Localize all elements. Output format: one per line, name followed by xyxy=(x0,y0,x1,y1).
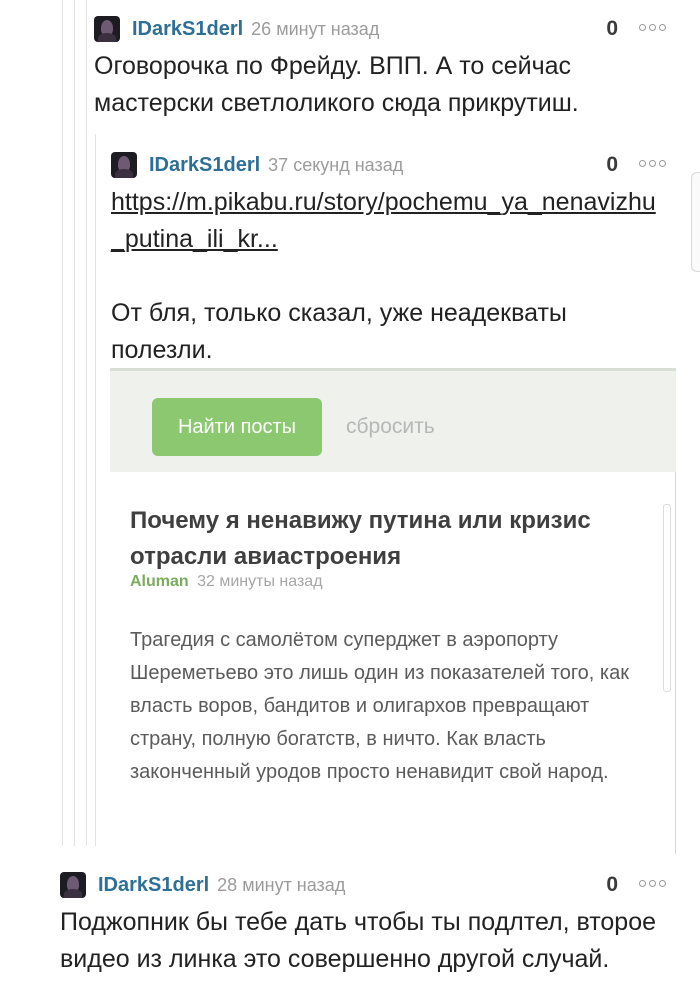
thread-line xyxy=(74,0,75,846)
comment-rating: 0 xyxy=(606,153,618,176)
comment-text: От бля, только сказал, уже неадекваты по… xyxy=(111,299,567,364)
comment-time: 26 минут назад xyxy=(251,18,380,39)
comment-header: IDarkS1derl 28 минут назад 0 xyxy=(60,870,666,900)
story-link[interactable]: https://m.pikabu.ru/story/pochemu_ya_nen… xyxy=(111,188,656,253)
comment: IDarkS1derl 28 минут назад 0 Поджопник б… xyxy=(60,870,666,978)
find-posts-button[interactable]: Найти посты xyxy=(152,398,322,456)
avatar[interactable] xyxy=(111,152,137,178)
search-bar-area: Найти посты сбросить xyxy=(110,368,676,472)
comment-header: IDarkS1derl 37 секунд назад 0 xyxy=(111,150,666,180)
thread-line xyxy=(62,0,63,846)
comment-text: Поджопник бы тебе дать чтобы ты подлтел,… xyxy=(60,908,657,973)
comment-header: IDarkS1derl 26 минут назад 0 xyxy=(94,14,666,44)
comment-rating: 0 xyxy=(606,17,618,40)
more-options-icon[interactable] xyxy=(639,24,666,31)
comment-time: 28 минут назад xyxy=(217,874,346,895)
comment-author[interactable]: IDarkS1derl xyxy=(149,154,260,177)
post-card: Почему я ненавижу путина или кризис отра… xyxy=(110,472,676,854)
comment-time: 37 секунд назад xyxy=(268,154,404,175)
avatar[interactable] xyxy=(60,872,86,898)
scrollbar-thumb[interactable] xyxy=(691,172,700,272)
card-scrollbar xyxy=(663,504,671,692)
thread-line xyxy=(86,0,87,846)
post-meta: Aluman 32 минуты назад xyxy=(130,573,323,591)
comment: IDarkS1derl 26 минут назад 0 Оговорочка … xyxy=(94,14,666,122)
embedded-screenshot[interactable]: Найти посты сбросить Почему я ненавижу п… xyxy=(110,368,676,854)
comment-author[interactable]: IDarkS1derl xyxy=(98,874,209,897)
post-author[interactable]: Aluman xyxy=(130,573,189,590)
comment-link-wrap: https://m.pikabu.ru/story/pochemu_ya_nen… xyxy=(111,184,666,258)
more-options-icon[interactable] xyxy=(639,160,666,167)
post-time: 32 минуты назад xyxy=(197,573,323,590)
reset-link[interactable]: сбросить xyxy=(346,415,435,439)
post-title[interactable]: Почему я ненавижу путина или кризис отра… xyxy=(130,503,650,575)
comment-author[interactable]: IDarkS1derl xyxy=(132,18,243,41)
more-options-icon[interactable] xyxy=(639,880,666,887)
avatar[interactable] xyxy=(94,16,120,42)
comment: IDarkS1derl 37 секунд назад 0 https://m.… xyxy=(111,150,666,369)
comment-text: Оговорочка по Фрейду. ВПП. А то сейчас м… xyxy=(94,52,579,117)
comment-rating: 0 xyxy=(606,873,618,896)
post-excerpt: Трагедия с самолётом суперджет в аэропор… xyxy=(130,629,629,783)
thread-line xyxy=(95,134,96,846)
